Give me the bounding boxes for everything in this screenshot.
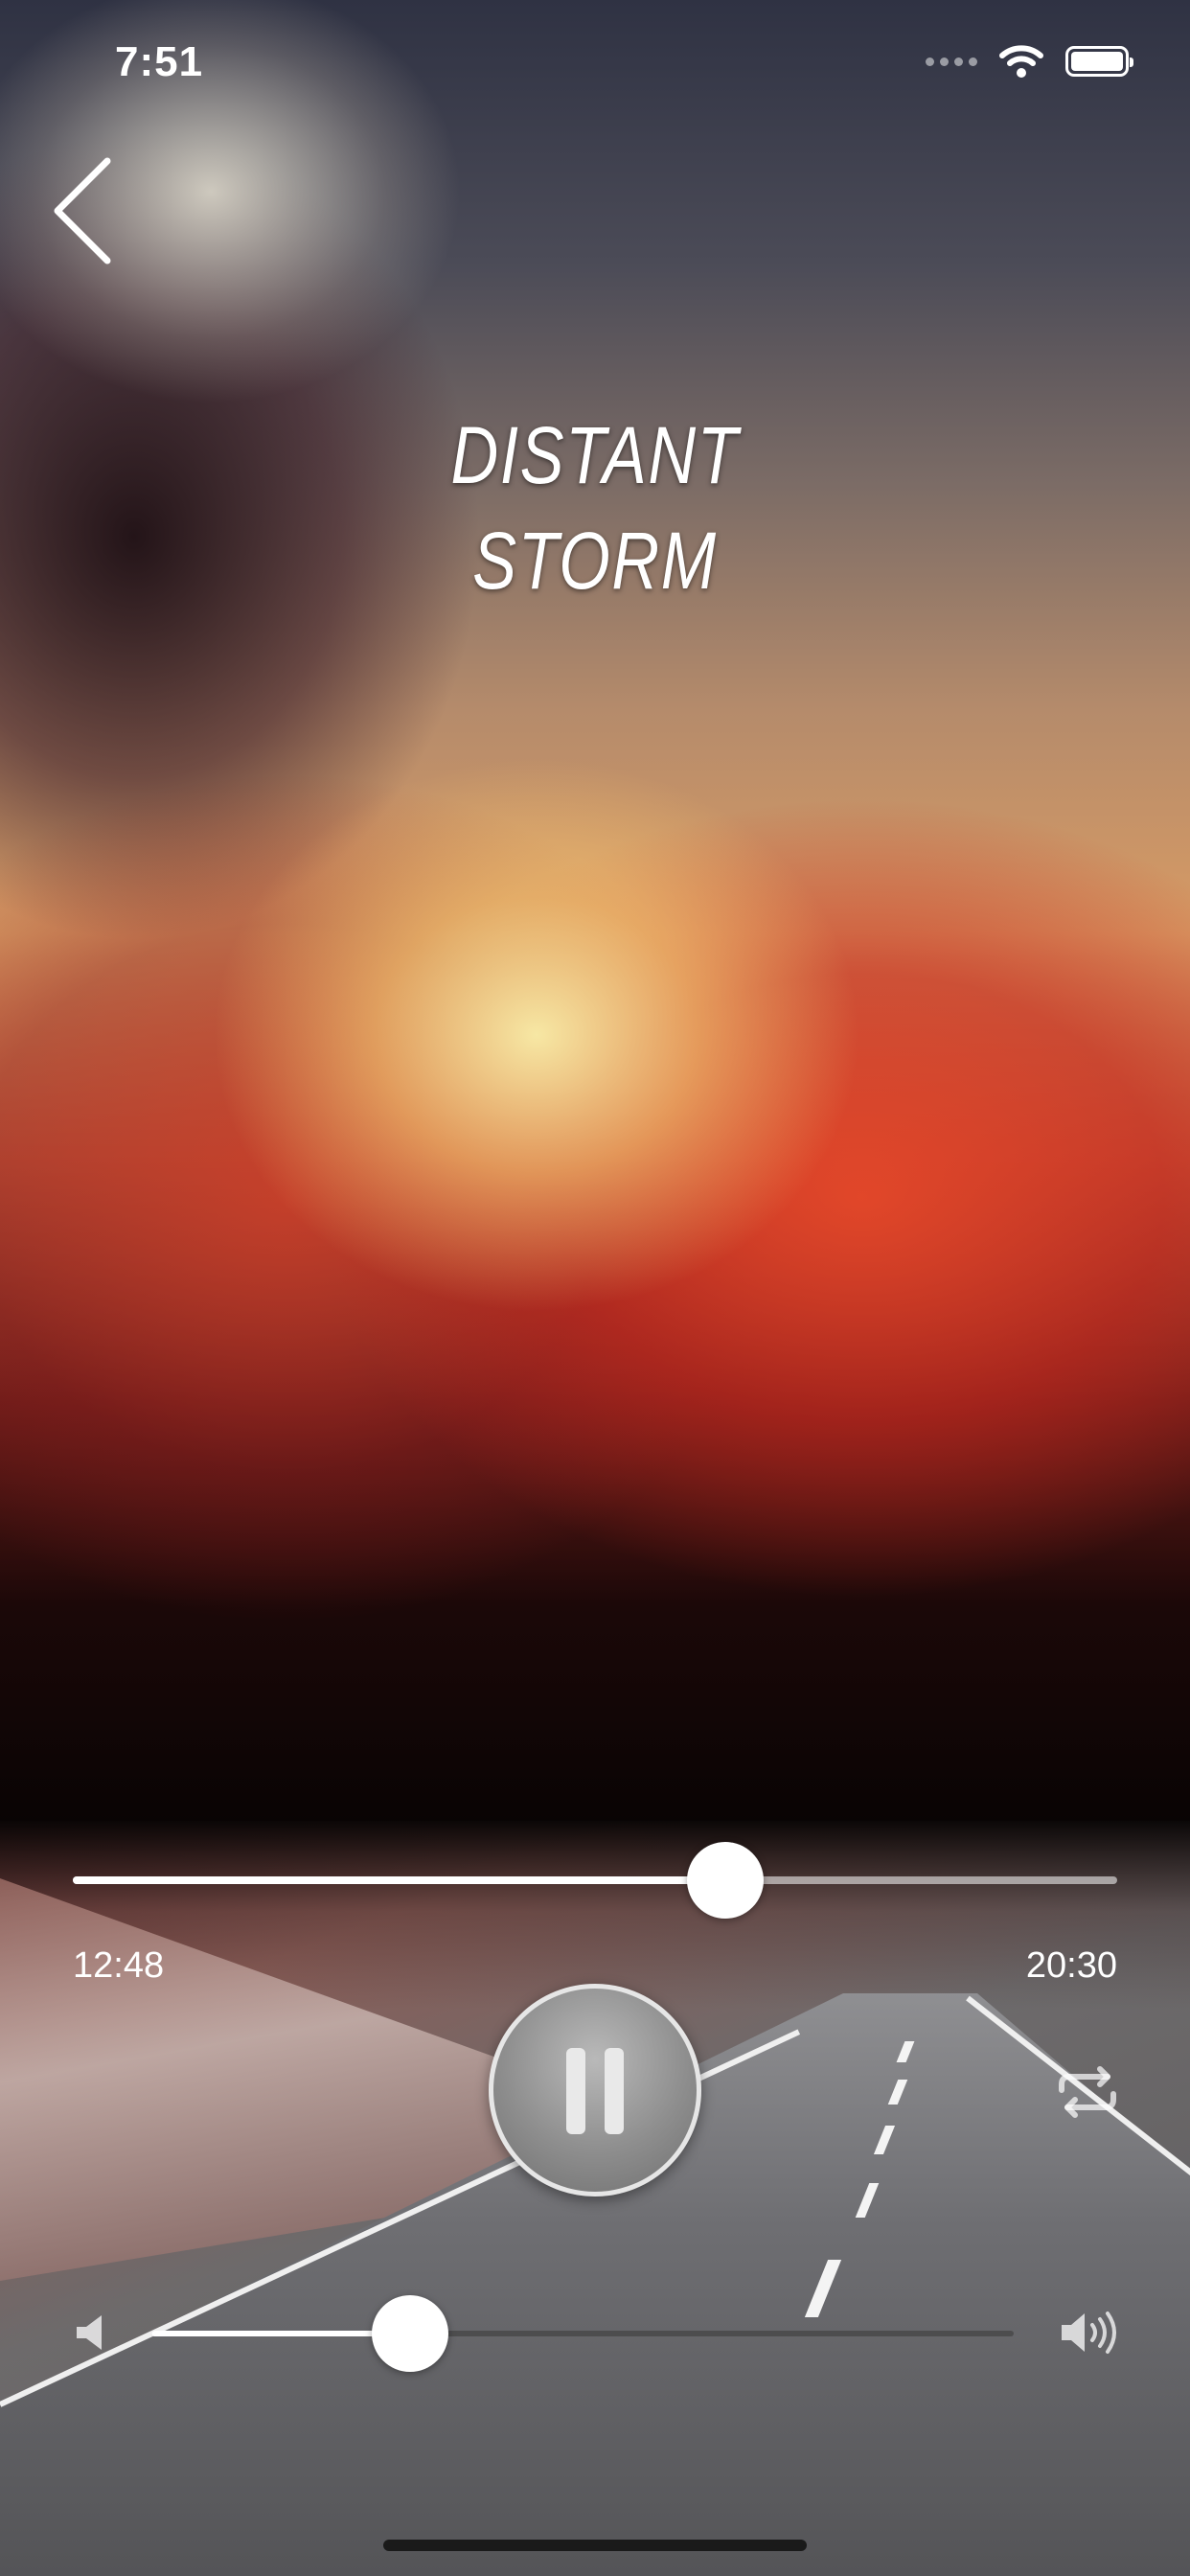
speaker-low-icon bbox=[77, 2315, 102, 2350]
speaker-high-icon bbox=[1062, 2312, 1116, 2354]
track-title-line1: DISTANT bbox=[450, 410, 740, 500]
album-artwork-sky bbox=[0, 0, 1190, 1869]
home-indicator[interactable] bbox=[383, 2540, 807, 2551]
track-title-line2: STORM bbox=[472, 516, 718, 606]
volume-thumb[interactable] bbox=[372, 2295, 448, 2372]
volume-slider[interactable] bbox=[151, 2295, 1014, 2372]
back-button[interactable] bbox=[48, 153, 125, 268]
seek-thumb[interactable] bbox=[686, 1842, 764, 1919]
repeat-icon bbox=[1059, 2066, 1116, 2118]
elapsed-time: 12:48 bbox=[73, 1945, 165, 1986]
track-title: DISTANT STORM bbox=[0, 402, 1190, 613]
seek-progress bbox=[73, 1876, 725, 1884]
battery-icon bbox=[1065, 46, 1133, 77]
cellular-signal-icon bbox=[926, 57, 977, 66]
status-icons bbox=[926, 44, 1133, 79]
status-time: 7:51 bbox=[115, 38, 204, 85]
pause-button[interactable] bbox=[489, 1984, 701, 2196]
total-duration: 20:30 bbox=[1025, 1945, 1117, 1986]
seek-slider[interactable] bbox=[73, 1842, 1117, 1919]
repeat-button[interactable] bbox=[1054, 2065, 1121, 2119]
wifi-icon bbox=[999, 45, 1043, 78]
